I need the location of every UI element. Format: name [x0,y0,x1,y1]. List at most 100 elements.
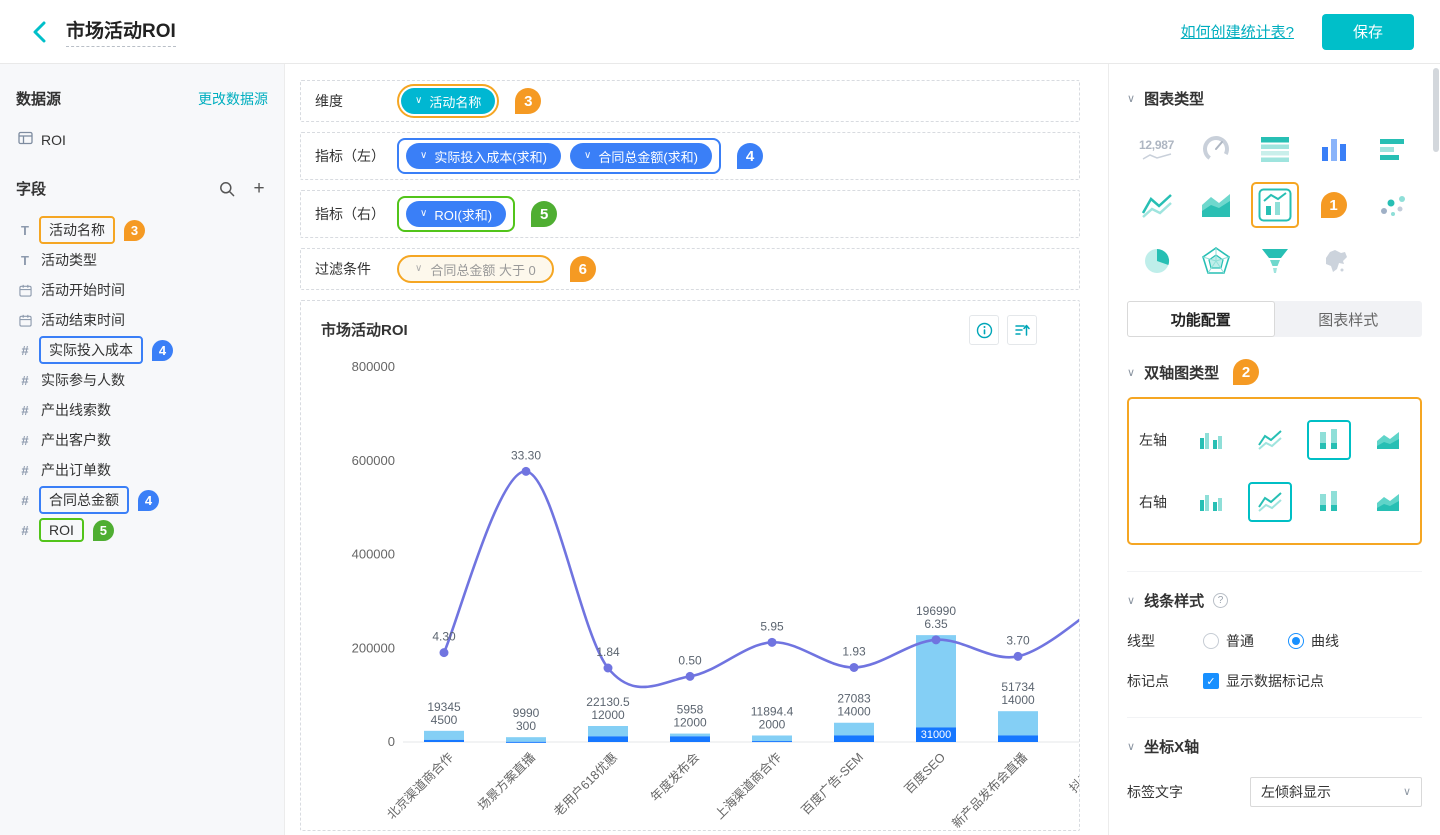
chart-type-section-header[interactable]: ∨ 图表类型 [1127,88,1422,109]
scrollbar[interactable] [1433,68,1439,152]
field-item[interactable]: T活动类型 [16,245,268,275]
step-badge: 3 [124,220,145,241]
back-icon[interactable] [26,19,52,45]
number-field-icon: # [16,463,34,478]
data-source-panel: 数据源 更改数据源 ROI 字段 + T活动名称3T活动类型活动开始时间活动结束… [0,64,285,835]
number-field-icon: # [16,433,34,448]
step-badge: 5 [531,201,557,227]
table-chart-icon[interactable] [1254,128,1296,170]
svg-text:1.93: 1.93 [842,644,866,658]
field-name: 活动名称 [39,216,115,244]
sort-icon[interactable] [1007,315,1037,345]
dimension-highlight: ∨ 活动名称 [397,84,499,118]
metric-pill[interactable]: ∨实际投入成本(求和) [406,143,561,169]
marker-option[interactable]: ✓ 显示数据标记点 [1203,671,1324,691]
field-name: 合同总金额 [39,486,129,514]
svg-text:400000: 400000 [352,547,395,562]
label-text-row: 标签文字 左倾斜显示 ∨ [1127,777,1422,807]
svg-text:1.84: 1.84 [596,645,620,659]
text-field-icon: T [16,223,34,238]
chevron-down-icon: ∨ [584,151,591,161]
svg-text:14000: 14000 [837,705,871,719]
tab-chart-style[interactable]: 图表样式 [1275,301,1423,337]
svg-text:31000: 31000 [921,729,952,741]
info-icon[interactable] [969,315,999,345]
line-style-section-header[interactable]: ∨ 线条样式 ? [1127,590,1422,611]
gauge-icon[interactable] [1195,128,1237,170]
dual-axis-section-header[interactable]: ∨ 双轴图类型 [1127,362,1219,383]
line-icon[interactable] [1248,420,1291,460]
stacked-bar-icon[interactable] [1308,482,1351,522]
svg-text:4500: 4500 [431,713,458,727]
area-chart-icon[interactable] [1195,184,1237,226]
grouped-bar-icon[interactable] [1189,482,1232,522]
add-field-icon[interactable]: + [250,180,268,198]
label-rotation-select[interactable]: 左倾斜显示 ∨ [1250,777,1422,807]
field-item[interactable]: #产出客户数 [16,425,268,455]
dimension-pill[interactable]: ∨ 活动名称 [401,88,495,114]
marker-label: 标记点 [1127,671,1203,691]
radio-checked-icon[interactable] [1288,633,1304,649]
left-metrics-row: 指标（左） ∨实际投入成本(求和)∨合同总金额(求和) 4 [300,132,1080,180]
save-button[interactable]: 保存 [1322,14,1414,50]
line-type-option-curve[interactable]: 曲线 [1288,631,1339,651]
left-metrics-wrapper: ∨实际投入成本(求和) ∨合同总金额(求和) [397,138,721,174]
field-item[interactable]: #合同总金额4 [16,485,268,515]
svg-text:6.35: 6.35 [924,617,948,631]
search-icon[interactable] [218,180,236,198]
field-item[interactable]: 活动结束时间 [16,305,268,335]
page-title[interactable]: 市场活动ROI [66,16,176,47]
field-name: 实际投入成本 [39,336,143,364]
tab-function-config[interactable]: 功能配置 [1127,301,1275,337]
datasource-item[interactable]: ROI [18,131,268,148]
field-item[interactable]: #实际投入成本4 [16,335,268,365]
area-icon[interactable] [1367,482,1410,522]
field-name: ROI [39,518,84,542]
metric-pill[interactable]: ∨ROI(求和) [406,201,506,227]
filter-label: 过滤条件 [315,259,397,279]
filter-pill[interactable]: ∨ 合同总金额 大于 0 [397,255,554,283]
field-item[interactable]: #产出订单数 [16,455,268,485]
radar-chart-icon[interactable] [1195,240,1237,282]
bar-chart-icon[interactable] [1372,128,1414,170]
kpi-number-icon[interactable]: 12,987 [1136,128,1178,170]
datasource-icon [18,131,33,148]
field-item[interactable]: 活动开始时间 [16,275,268,305]
grouped-bar-icon[interactable] [1189,420,1232,460]
calendar-icon [16,284,34,297]
help-link[interactable]: 如何创建统计表? [1181,21,1294,42]
svg-text:5958: 5958 [677,703,704,717]
field-item[interactable]: #ROI5 [16,515,268,545]
line-chart-icon[interactable] [1136,184,1178,226]
datasource-name: ROI [41,132,66,148]
radio-unchecked-icon[interactable] [1203,633,1219,649]
field-item[interactable]: #实际参与人数 [16,365,268,395]
svg-text:27083: 27083 [837,692,871,706]
filter-pill-label: 合同总金额 大于 0 [430,260,535,279]
area-icon[interactable] [1367,420,1410,460]
x-axis-section-header[interactable]: ∨ 坐标X轴 [1127,736,1422,757]
field-item[interactable]: T 活动名称 3 [16,215,268,245]
change-datasource-link[interactable]: 更改数据源 [198,89,268,109]
field-name: 实际参与人数 [41,370,125,390]
field-item[interactable]: #产出线索数 [16,395,268,425]
chevron-down-icon: ∨ [1403,787,1411,798]
map-chart-icon[interactable] [1313,240,1355,282]
metric-pill[interactable]: ∨合同总金额(求和) [570,143,712,169]
scatter-chart-icon[interactable] [1372,184,1414,226]
column-chart-icon[interactable] [1313,128,1355,170]
help-question-icon[interactable]: ? [1213,593,1228,608]
pie-chart-icon[interactable] [1136,240,1178,282]
chart-title: 市场活动ROI [321,319,1059,340]
x-axis-section-title: 坐标X轴 [1144,736,1199,757]
line-type-option-normal[interactable]: 普通 [1203,631,1254,651]
svg-text:年度发布会: 年度发布会 [647,749,702,804]
left-axis-row: 左轴 [1139,409,1410,471]
checkbox-checked-icon[interactable]: ✓ [1203,673,1219,689]
funnel-chart-icon[interactable] [1254,240,1296,282]
field-list: T活动名称3T活动类型活动开始时间活动结束时间#实际投入成本4#实际参与人数#产… [16,215,268,545]
line-icon[interactable] [1248,482,1291,522]
svg-text:场景方案直播: 场景方案直播 [474,749,538,813]
dual-axis-chart-icon[interactable] [1251,182,1299,228]
stacked-bar-icon[interactable] [1307,420,1350,460]
